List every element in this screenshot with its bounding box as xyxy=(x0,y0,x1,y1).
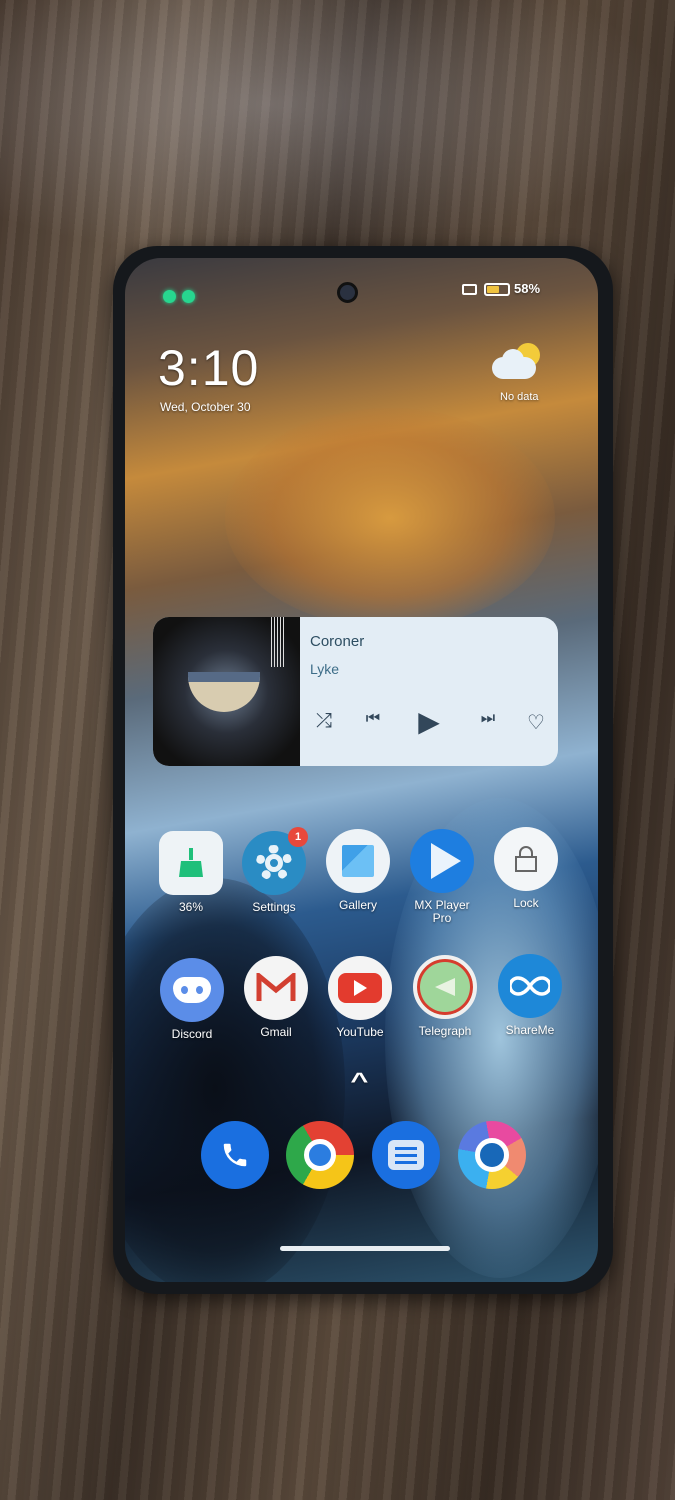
app-cleaner[interactable]: 36% xyxy=(149,831,233,914)
clock-time[interactable]: 3:10 xyxy=(158,340,259,396)
lock-icon xyxy=(494,827,558,891)
notification-dot-icon xyxy=(163,290,176,303)
app-telegraph[interactable]: Telegraph xyxy=(403,955,487,1038)
app-lock[interactable]: Lock xyxy=(484,827,568,910)
shuffle-icon[interactable]: ⤮ xyxy=(309,710,339,733)
app-mx-player-pro[interactable]: MX Player Pro xyxy=(400,829,484,925)
app-label: Discord xyxy=(171,1027,213,1041)
front-camera xyxy=(337,282,358,303)
app-label: Settings xyxy=(252,900,296,914)
music-widget[interactable]: Coroner Lyke ⤮ ⏮ ▶ ⏭ ♡ xyxy=(153,617,558,766)
album-art xyxy=(153,617,300,766)
weather-text: No data xyxy=(500,391,539,403)
previous-icon[interactable]: ⏮ xyxy=(358,710,388,728)
telegram-icon xyxy=(413,955,477,1019)
app-label: YouTube xyxy=(336,1025,384,1039)
cleaner-broom-icon xyxy=(159,831,223,895)
gear-icon: 1 xyxy=(242,827,308,895)
wallpaper xyxy=(225,408,555,628)
clock-date[interactable]: Wed, October 30 xyxy=(160,400,251,414)
app-label: ShareMe xyxy=(505,1023,555,1037)
discord-icon xyxy=(160,958,224,1022)
partly-cloudy-icon[interactable] xyxy=(492,343,542,383)
chevron-up-icon[interactable]: ^ xyxy=(350,1068,368,1094)
app-label: 36% xyxy=(178,900,204,914)
phone-icon[interactable] xyxy=(201,1121,269,1189)
app-label: MX Player Pro xyxy=(414,898,470,925)
app-label: Lock xyxy=(513,896,539,910)
home-gesture-bar[interactable] xyxy=(280,1246,450,1251)
app-gmail[interactable]: Gmail xyxy=(234,956,318,1039)
messages-icon[interactable] xyxy=(372,1121,440,1189)
app-discord[interactable]: Discord xyxy=(150,958,234,1041)
play-icon[interactable]: ▶ xyxy=(414,705,444,738)
track-artist: Lyke xyxy=(310,661,340,677)
youtube-icon xyxy=(328,956,392,1020)
chrome-canary-icon[interactable] xyxy=(458,1121,526,1189)
light-glare xyxy=(0,0,675,260)
gmail-icon xyxy=(244,956,308,1020)
track-title: Coroner xyxy=(310,633,365,650)
infinity-icon xyxy=(498,954,562,1018)
gallery-icon xyxy=(326,829,390,893)
app-shareme[interactable]: ShareMe xyxy=(488,954,572,1037)
app-youtube[interactable]: YouTube xyxy=(318,956,402,1039)
wallpaper-shadow xyxy=(125,878,345,1282)
battery-percent: 58% xyxy=(514,281,541,296)
play-icon xyxy=(410,829,474,893)
app-settings[interactable]: 1 Settings xyxy=(232,827,316,914)
app-gallery[interactable]: Gallery xyxy=(316,829,400,912)
battery-icon xyxy=(484,283,510,296)
chrome-icon[interactable] xyxy=(286,1121,354,1189)
app-label: Gallery xyxy=(338,898,377,912)
notification-badge: 1 xyxy=(288,827,308,847)
sim-icon xyxy=(462,284,477,295)
next-icon[interactable]: ⏭ xyxy=(473,710,503,728)
app-label: Gmail xyxy=(260,1025,292,1039)
notification-dot-icon xyxy=(182,290,195,303)
app-label: Telegraph xyxy=(418,1024,472,1038)
battery-level-fill xyxy=(487,286,499,293)
heart-icon[interactable]: ♡ xyxy=(521,710,551,735)
